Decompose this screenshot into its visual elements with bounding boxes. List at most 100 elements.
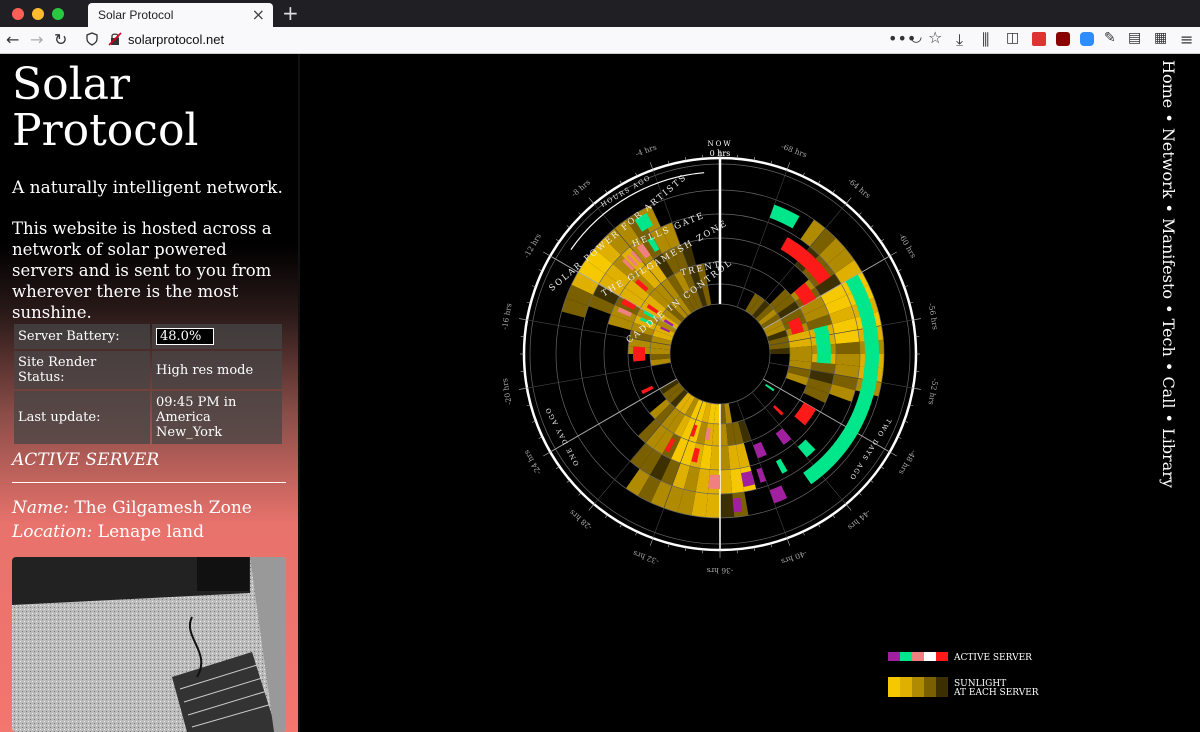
hour-tick xyxy=(845,503,852,511)
hour-tick xyxy=(519,318,528,321)
ring-line xyxy=(669,303,771,405)
bookmark-star-icon[interactable]: ☆ xyxy=(928,28,942,47)
hour-tick-label: -44 hrs xyxy=(846,508,872,532)
legend-active-label: ACTIVE SERVER xyxy=(953,653,1032,663)
render-status-label: Site Render Status: xyxy=(14,351,150,389)
active-server-segment xyxy=(775,458,788,474)
browser-tab[interactable]: Solar Protocol × xyxy=(88,3,273,27)
sidebar-icon[interactable]: ◫ xyxy=(1006,30,1019,46)
nav-link-tech[interactable]: Tech xyxy=(1159,319,1178,357)
hour-tick xyxy=(588,197,595,205)
now-hours-label: 0 hrs xyxy=(710,149,731,158)
hour-line xyxy=(526,362,671,389)
reload-icon[interactable]: ↻ xyxy=(54,30,67,49)
hour-tick-label: -52 hrs xyxy=(926,378,940,406)
legend-active-swatch xyxy=(912,652,924,661)
site-title-line2: Protocol xyxy=(12,105,199,156)
nav-link-call[interactable]: Call xyxy=(1159,376,1178,408)
legend-active-swatch xyxy=(924,652,936,661)
hour-tick xyxy=(588,503,595,511)
solar-data-chart: NOW0 hrs -4 hrs -8 hrs -12 hrs -16 hrs -20 hr… xyxy=(500,140,1039,698)
legend-sunlight-label-2: AT EACH SERVER xyxy=(953,688,1039,698)
last-update-value: 09:45 PM in America New_York xyxy=(152,391,282,444)
active-server-segment xyxy=(708,474,720,489)
ublock-icon[interactable] xyxy=(1056,32,1070,46)
hour-tick-label: -32 hrs xyxy=(632,549,660,567)
legend-sunlight-swatches xyxy=(888,677,948,697)
server-name-label: Name: xyxy=(12,498,69,518)
extension-badge-icon[interactable] xyxy=(1032,32,1046,46)
nav-separator: • xyxy=(1159,198,1178,219)
active-server-segment xyxy=(794,402,817,426)
library-icon[interactable]: ⫼ xyxy=(982,30,989,50)
nav-link-home[interactable]: Home xyxy=(1159,60,1178,108)
server-name: Name: The Gilgamesh Zone xyxy=(12,498,252,518)
zoom-icon[interactable] xyxy=(1080,32,1094,46)
maximize-window-button[interactable] xyxy=(52,8,64,20)
battery-cell: 48.0% xyxy=(152,324,282,349)
hour-tick xyxy=(912,318,921,321)
active-server-segment xyxy=(753,441,767,459)
hour-tick-label: -12 hrs xyxy=(522,232,543,260)
active-server-segment xyxy=(756,467,767,483)
minimize-window-button[interactable] xyxy=(32,8,44,20)
site-description: This website is hosted across a network … xyxy=(12,219,272,322)
pocket-icon[interactable]: ◡ xyxy=(910,29,922,45)
hour-tick xyxy=(543,451,551,457)
sunlight-segment xyxy=(705,493,720,518)
site-title-line1: Solar xyxy=(12,59,130,110)
shield-icon[interactable] xyxy=(86,32,98,46)
legend-sunlight-swatch xyxy=(924,677,936,697)
apps-icon[interactable]: ▦ xyxy=(1154,30,1167,46)
nav-separator: • xyxy=(1159,408,1178,429)
hour-tick xyxy=(578,212,582,216)
tab-title: Solar Protocol xyxy=(98,8,174,22)
hour-tick-label: -4 hrs xyxy=(634,143,658,159)
hour-tick-label: -60 hrs xyxy=(897,232,918,260)
last-update-label: Last update: xyxy=(14,391,150,444)
render-status-value: High res mode xyxy=(152,351,282,389)
hour-tick-label: -24 hrs xyxy=(522,448,543,476)
nav-link-library[interactable]: Library xyxy=(1159,428,1178,488)
hour-tick xyxy=(858,212,862,216)
sunlight-segment xyxy=(835,354,860,367)
hour-tick xyxy=(649,538,654,546)
hour-tick-label: -36 hrs xyxy=(706,566,733,575)
pin-icon[interactable]: ✎ xyxy=(1104,30,1116,46)
new-tab-icon[interactable]: + xyxy=(282,1,299,25)
battery-label: Server Battery: xyxy=(14,324,150,349)
nav-link-manifesto[interactable]: Manifesto xyxy=(1159,218,1178,299)
nav-separator: • xyxy=(1159,356,1178,377)
hour-tick-label: -8 hrs xyxy=(570,178,593,199)
browser-toolbar: ← → ↻ solarprotocol.net ••• ◡ ☆ ⤓ ⫼ ◫ ✎ … xyxy=(0,27,1200,54)
forward-arrow-icon[interactable]: → xyxy=(30,30,43,49)
hour-tick xyxy=(889,451,897,457)
hour-tick xyxy=(786,538,791,546)
active-server-segment xyxy=(773,405,784,416)
close-window-button[interactable] xyxy=(12,8,24,20)
site-title: Solar Protocol xyxy=(12,62,199,154)
url-text[interactable]: solarprotocol.net xyxy=(128,32,224,47)
back-arrow-icon[interactable]: ← xyxy=(6,30,19,49)
legend-active-swatch xyxy=(936,652,948,661)
close-tab-icon[interactable]: × xyxy=(252,5,265,24)
menu-icon[interactable]: ≡ xyxy=(1180,30,1193,49)
now-label: NOW xyxy=(707,140,732,148)
download-icon[interactable]: ⤓ xyxy=(956,30,963,50)
hour-tick xyxy=(889,251,897,257)
hour-tick-label: -56 hrs xyxy=(926,302,940,330)
active-server-segment xyxy=(769,485,788,504)
hour-tick-label: -64 hrs xyxy=(846,176,872,200)
server-photo-image xyxy=(12,557,286,732)
server-location-value: Lenape land xyxy=(97,522,204,542)
legend-sunlight-swatch xyxy=(888,677,900,697)
url-bar[interactable]: solarprotocol.net ••• ◡ ☆ xyxy=(80,28,950,50)
main-nav: Home • Network • Manifesto • Tech • Call… xyxy=(1150,60,1190,730)
insecure-lock-icon[interactable] xyxy=(108,32,122,46)
sunlight-segment xyxy=(720,493,735,518)
tagline: A naturally intelligent network. xyxy=(12,178,283,198)
nav-link-network[interactable]: Network xyxy=(1159,128,1178,199)
hour-tick xyxy=(786,162,791,170)
active-server-segment xyxy=(797,439,816,458)
reader-icon[interactable]: ▤ xyxy=(1128,30,1141,46)
